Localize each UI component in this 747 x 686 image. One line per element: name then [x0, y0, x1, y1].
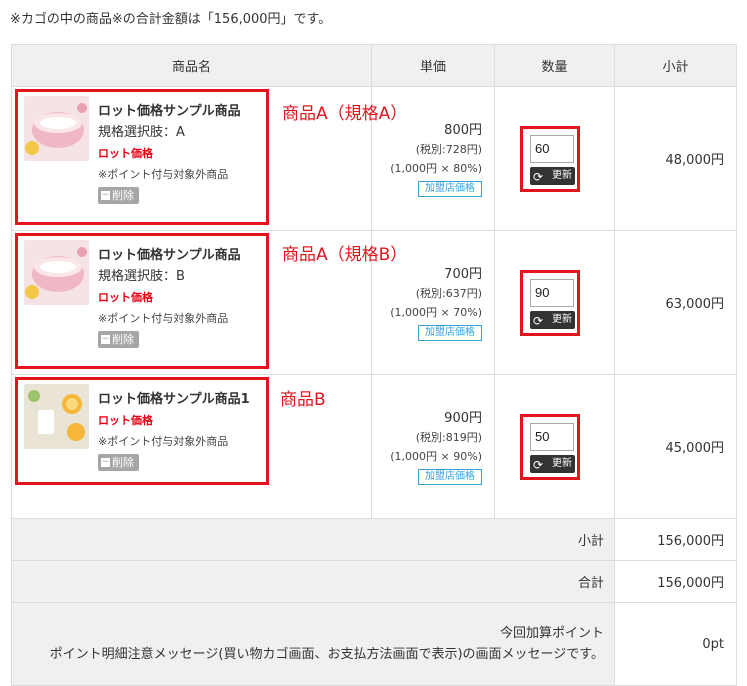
- price-calc: (1,000円 × 80%): [390, 161, 482, 175]
- price-tax: (税別:637円): [415, 286, 482, 300]
- price-calc: (1,000円 × 90%): [390, 449, 482, 463]
- member-price-badge: 加盟店価格: [418, 468, 482, 485]
- price-calc: (1,000円 × 70%): [390, 305, 482, 319]
- points-row: 今回加算ポイント ポイント明細注意メッセージ(買い物カゴ画面、お支払方法画面で表…: [11, 602, 737, 686]
- cart-table: 商品名 単価 数量 小計 ロット価格サンプル商品 規格選択肢：A ロット価格 ※…: [11, 44, 737, 686]
- product-cell: ロット価格サンプル商品 規格選択肢：A ロット価格 ※ポイント付与対象外商品 −…: [11, 86, 407, 231]
- header-quantity: 数量: [494, 44, 615, 87]
- row-subtotal: 63,000円: [614, 230, 737, 375]
- table-row: ロット価格サンプル商品 規格選択肢：B ロット価格 ※ポイント付与対象外商品 −…: [11, 230, 737, 375]
- annotation-box: [15, 377, 269, 485]
- update-button[interactable]: ⟳ 更新: [530, 310, 575, 329]
- cart-total-notice: ※カゴの中の商品※の合計金額は「156,000円」です。: [10, 12, 332, 27]
- refresh-icon: ⟳: [533, 313, 544, 328]
- quantity-input[interactable]: 90: [530, 278, 574, 307]
- table-row: ロット価格サンプル商品1 ロット価格 ※ポイント付与対象外商品 − 削除 商品B …: [11, 374, 737, 519]
- row-subtotal: 48,000円: [614, 86, 737, 231]
- subtotal-row: 小計 156,000円: [11, 518, 737, 561]
- quantity-cell: 50 ⟳ 更新: [494, 374, 615, 519]
- update-label: 更新: [552, 457, 572, 469]
- total-value: 156,000円: [614, 560, 737, 603]
- annotation-box: [15, 89, 269, 225]
- price: 900円: [444, 410, 482, 426]
- member-price-badge: 加盟店価格: [418, 324, 482, 341]
- update-button[interactable]: ⟳ 更新: [530, 454, 575, 473]
- annotation-label: 商品A（規格A）: [282, 104, 408, 124]
- product-cell: ロット価格サンプル商品1 ロット価格 ※ポイント付与対象外商品 − 削除 商品B: [11, 374, 372, 519]
- unit-price-cell: 900円 (税別:819円) (1,000円 × 90%) 加盟店価格: [371, 374, 495, 519]
- update-button[interactable]: ⟳ 更新: [530, 166, 575, 185]
- points-message: ポイント明細注意メッセージ(買い物カゴ画面、お支払方法画面で表示)の画面メッセー…: [49, 647, 604, 662]
- points-value: 0pt: [614, 602, 737, 686]
- price-tax: (税別:728円): [415, 142, 482, 156]
- subtotal-value: 156,000円: [614, 518, 737, 561]
- points-title: 今回加算ポイント: [499, 626, 604, 641]
- update-label: 更新: [552, 313, 572, 325]
- total-row: 合計 156,000円: [11, 560, 737, 603]
- header-subtotal: 小計: [614, 44, 737, 87]
- annotation-box: [15, 233, 269, 369]
- table-row: ロット価格サンプル商品 規格選択肢：A ロット価格 ※ポイント付与対象外商品 −…: [11, 86, 737, 231]
- row-subtotal: 45,000円: [614, 374, 737, 519]
- quantity-highlight: 50 ⟳ 更新: [520, 413, 580, 480]
- points-label-cell: 今回加算ポイント ポイント明細注意メッセージ(買い物カゴ画面、お支払方法画面で表…: [11, 602, 615, 686]
- annotation-label: 商品B: [280, 390, 326, 410]
- update-label: 更新: [552, 169, 572, 181]
- quantity-highlight: 60 ⟳ 更新: [520, 125, 580, 192]
- subtotal-label: 小計: [11, 518, 615, 561]
- refresh-icon: ⟳: [533, 457, 544, 472]
- price-tax: (税別:819円): [415, 430, 482, 444]
- quantity-cell: 90 ⟳ 更新: [494, 230, 615, 375]
- refresh-icon: ⟳: [533, 169, 544, 184]
- header-product: 商品名: [11, 44, 372, 87]
- quantity-input[interactable]: 60: [530, 134, 574, 163]
- header-unit-price: 単価: [371, 44, 495, 87]
- table-header-row: 商品名 単価 数量 小計: [11, 44, 737, 87]
- product-cell: ロット価格サンプル商品 規格選択肢：B ロット価格 ※ポイント付与対象外商品 −…: [11, 230, 407, 375]
- price: 700円: [444, 266, 482, 282]
- total-label: 合計: [11, 560, 615, 603]
- annotation-label: 商品A（規格B）: [282, 245, 408, 265]
- quantity-highlight: 90 ⟳ 更新: [520, 269, 580, 336]
- quantity-input[interactable]: 50: [530, 422, 574, 451]
- member-price-badge: 加盟店価格: [418, 180, 482, 197]
- quantity-cell: 60 ⟳ 更新: [494, 86, 615, 231]
